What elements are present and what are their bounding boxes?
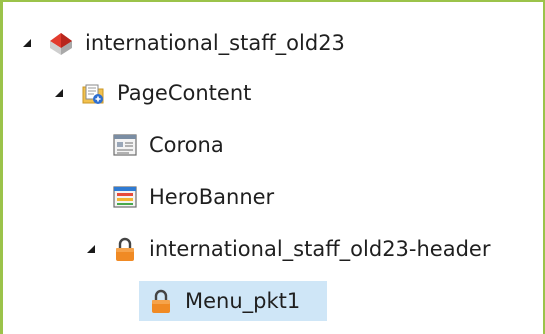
- tree-node-pagecontent[interactable]: PageContent: [51, 73, 251, 113]
- expand-toggle-icon[interactable]: [83, 241, 99, 257]
- tree-node-label[interactable]: international_staff_old23-header: [149, 235, 490, 263]
- expand-toggle-icon[interactable]: [51, 85, 67, 101]
- tree-node-label[interactable]: Menu_pkt1: [185, 287, 300, 315]
- tree-node-header[interactable]: international_staff_old23-header: [83, 229, 490, 269]
- folder-content-icon: [79, 79, 107, 107]
- tree-node-root[interactable]: international_staff_old23: [19, 23, 345, 63]
- expand-toggle-icon[interactable]: [19, 35, 35, 51]
- tree-node-menu-pkt1[interactable]: Menu_pkt1: [139, 281, 327, 321]
- lock-icon: [147, 287, 175, 315]
- site-house-icon: [47, 29, 75, 57]
- tree-node-label[interactable]: international_staff_old23: [85, 29, 345, 57]
- document-page-icon: [111, 131, 139, 159]
- banner-page-icon: [111, 183, 139, 211]
- tree-node-herobanner[interactable]: HeroBanner: [111, 177, 274, 217]
- tree-node-label[interactable]: PageContent: [117, 79, 251, 107]
- tree-node-corona[interactable]: Corona: [111, 125, 224, 165]
- lock-icon: [111, 235, 139, 263]
- tree-node-label[interactable]: Corona: [149, 131, 224, 159]
- content-tree-panel: international_staff_old23 PageContent Co…: [0, 0, 545, 334]
- tree-node-label[interactable]: HeroBanner: [149, 183, 274, 211]
